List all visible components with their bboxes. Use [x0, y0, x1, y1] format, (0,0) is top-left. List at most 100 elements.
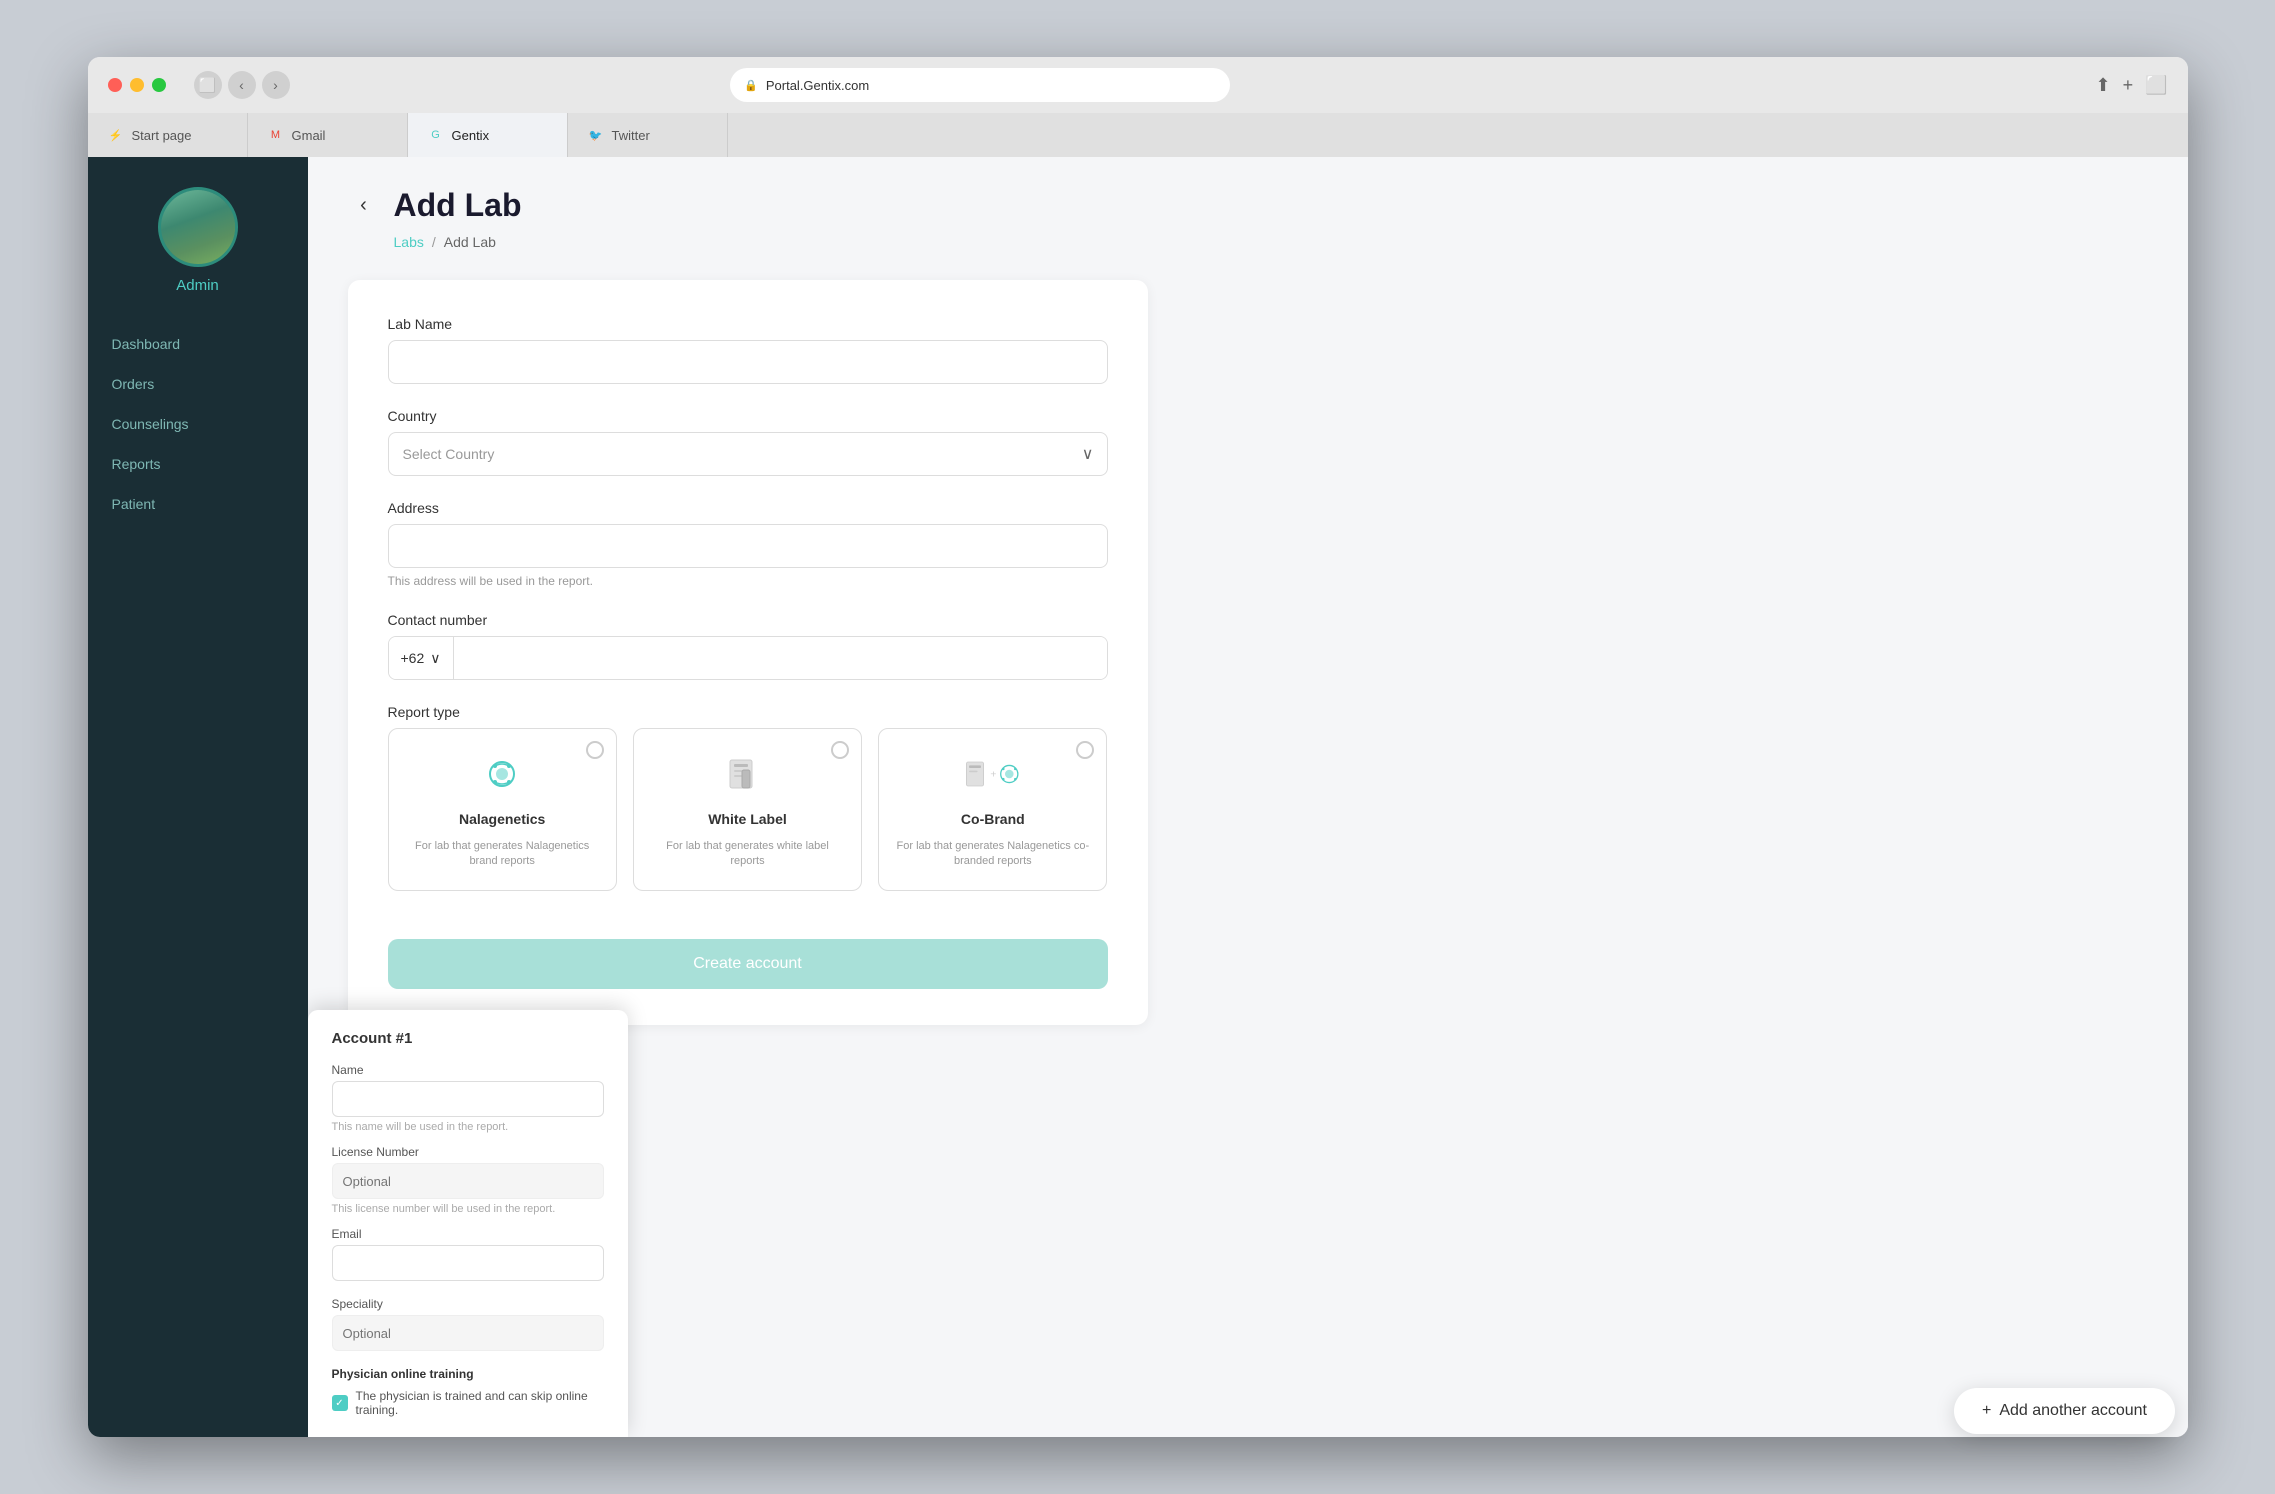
url-text: Portal.Gentix.com [766, 78, 869, 93]
svg-text:+: + [990, 769, 996, 780]
nalagenetics-desc: For lab that generates Nalagenetics bran… [405, 839, 600, 870]
ap-name-label: Name [332, 1063, 604, 1077]
sidebar-item-dashboard[interactable]: Dashboard [88, 324, 308, 364]
breadcrumb: Labs / Add Lab [394, 234, 2148, 250]
ap-speciality-input[interactable] [332, 1315, 604, 1351]
whitelabel-icon [717, 749, 777, 799]
back-nav-button[interactable]: ⬜ [194, 71, 222, 99]
lock-icon: 🔒 [744, 79, 758, 92]
lab-name-label: Lab Name [388, 316, 1108, 332]
address-input[interactable] [388, 524, 1108, 568]
create-account-button[interactable]: Create account [388, 939, 1108, 989]
tab-gmail[interactable]: M Gmail [248, 113, 408, 157]
breadcrumb-current: Add Lab [444, 234, 496, 250]
browser-toolbar: ⬜ ‹ › 🔒 Portal.Gentix.com ⬆ + ⬜ [88, 57, 2188, 113]
tab-start[interactable]: ⚡ Start page [88, 113, 248, 157]
ap-training-label: Physician online training [332, 1367, 604, 1381]
country-group: Country Select Country ∨ [388, 408, 1108, 476]
cobrand-name: Co-Brand [961, 811, 1025, 827]
sidebar-nav: Dashboard Orders Counselings Reports Pat… [88, 324, 308, 524]
ap-training-checkbox-row: ✓ The physician is trained and can skip … [332, 1389, 604, 1417]
plus-icon: + [1982, 1402, 1991, 1420]
tab-twitter-label: Twitter [612, 128, 650, 143]
address-label: Address [388, 500, 1108, 516]
report-card-nalagenetics[interactable]: Nalagenetics For lab that generates Nala… [388, 728, 617, 891]
fullscreen-icon[interactable] [152, 78, 166, 92]
new-tab-icon[interactable]: + [2123, 75, 2134, 96]
avatar-image [161, 190, 235, 264]
whitelabel-name: White Label [708, 811, 787, 827]
tab-start-label: Start page [132, 128, 192, 143]
phone-number-input[interactable] [454, 637, 1107, 679]
ap-name-hint: This name will be used in the report. [332, 1121, 604, 1133]
ap-license-input[interactable] [332, 1163, 604, 1199]
account-panel: Account #1 Name This name will be used i… [308, 1010, 628, 1437]
tab-twitter[interactable]: 🐦 Twitter [568, 113, 728, 157]
lab-name-input[interactable] [388, 340, 1108, 384]
report-card-cobrand[interactable]: + Co-Brand For lab that ge [878, 728, 1107, 891]
ap-email-group: Email [332, 1227, 604, 1285]
form-card: Lab Name Country Select Country ∨ Addre [348, 280, 1148, 1025]
ap-speciality-label: Speciality [332, 1297, 604, 1311]
cobrand-icon: + [963, 749, 1023, 799]
report-type-label: Report type [388, 704, 1108, 720]
country-label: Country [388, 408, 1108, 424]
training-checkbox[interactable]: ✓ [332, 1395, 348, 1411]
ap-license-hint: This license number will be used in the … [332, 1203, 604, 1215]
sidebar: Admin Dashboard Orders Counselings Repor… [88, 157, 308, 1437]
page-content: ‹ Add Lab Labs / Add Lab Lab Name Countr… [308, 157, 2188, 1437]
ap-email-input[interactable] [332, 1245, 604, 1281]
sidebar-item-counselings[interactable]: Counselings [88, 404, 308, 444]
tabs-bar: ⚡ Start page M Gmail G Gentix 🐦 Twitter [88, 113, 2188, 157]
share-icon[interactable]: ⬆ [2095, 75, 2110, 96]
account-panel-title: Account #1 [332, 1030, 604, 1047]
ap-name-group: Name This name will be used in the repor… [332, 1063, 604, 1133]
browser-chrome: ⬜ ‹ › 🔒 Portal.Gentix.com ⬆ + ⬜ ⚡ Start … [88, 57, 2188, 157]
avatar [158, 187, 238, 267]
whitelabel-radio[interactable] [831, 741, 849, 759]
sidebar-item-orders[interactable]: Orders [88, 364, 308, 404]
country-select-wrapper: Select Country ∨ [388, 432, 1108, 476]
page-title: Add Lab [394, 187, 522, 224]
ap-name-input[interactable] [332, 1081, 604, 1117]
phone-input-group: +62 ∨ [388, 636, 1108, 680]
start-favicon: ⚡ [108, 127, 124, 143]
breadcrumb-labs[interactable]: Labs [394, 234, 424, 250]
cobrand-radio[interactable] [1076, 741, 1094, 759]
address-bar[interactable]: 🔒 Portal.Gentix.com [730, 68, 1230, 102]
nalagenetics-icon [472, 749, 532, 799]
browser-actions: ⬆ + ⬜ [2095, 75, 2167, 96]
gmail-favicon: M [268, 127, 284, 143]
page-header: ‹ Add Lab [348, 187, 2148, 224]
extensions-icon[interactable]: ⬜ [2145, 75, 2167, 96]
forward-button[interactable]: › [262, 71, 290, 99]
sidebar-item-reports[interactable]: Reports [88, 444, 308, 484]
tab-gmail-label: Gmail [292, 128, 326, 143]
nalagenetics-radio[interactable] [586, 741, 604, 759]
breadcrumb-separator: / [432, 234, 436, 250]
nalagenetics-name: Nalagenetics [459, 811, 545, 827]
report-type-group: Report type [388, 704, 1108, 891]
phone-country-selector[interactable]: +62 ∨ [389, 637, 454, 679]
ap-training-section: Physician online training ✓ The physicia… [332, 1367, 604, 1417]
back-button[interactable]: ‹ [348, 190, 380, 222]
report-types-container: Nalagenetics For lab that generates Nala… [388, 728, 1108, 891]
sidebar-item-patient[interactable]: Patient [88, 484, 308, 524]
minimize-icon[interactable] [130, 78, 144, 92]
add-another-account-button[interactable]: + Add another account [1954, 1388, 2175, 1434]
ap-training-checkbox-label: The physician is trained and can skip on… [356, 1389, 604, 1417]
tab-gentix-label: Gentix [452, 128, 490, 143]
ap-license-label: License Number [332, 1145, 604, 1159]
sidebar-username: Admin [176, 277, 219, 294]
contact-group: Contact number +62 ∨ [388, 612, 1108, 680]
close-icon[interactable] [108, 78, 122, 92]
tab-gentix[interactable]: G Gentix [408, 113, 568, 157]
twitter-favicon: 🐦 [588, 127, 604, 143]
country-select[interactable]: Select Country [388, 432, 1108, 476]
cobrand-desc: For lab that generates Nalagenetics co-b… [895, 839, 1090, 870]
back-button[interactable]: ‹ [228, 71, 256, 99]
browser-nav: ⬜ ‹ › [194, 71, 290, 99]
ap-speciality-group: Speciality [332, 1297, 604, 1355]
phone-code: +62 [401, 650, 425, 666]
report-card-whitelabel[interactable]: White Label For lab that generates white… [633, 728, 862, 891]
